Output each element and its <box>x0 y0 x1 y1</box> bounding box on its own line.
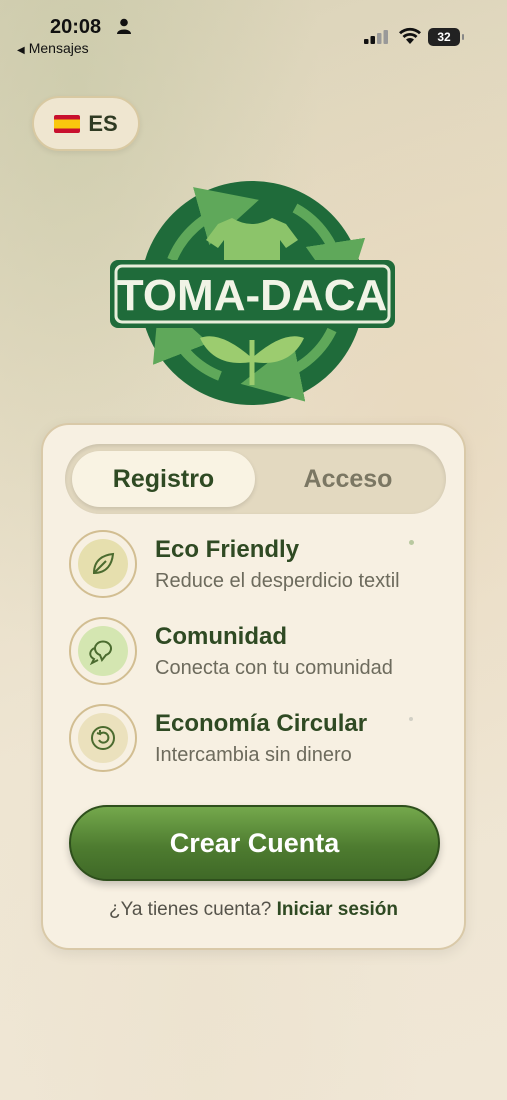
feature-economia-circular: Economía Circular Intercambia sin dinero <box>69 704 449 776</box>
signup-card: Registro Acceso Eco Friendly Reduce el d… <box>41 423 466 950</box>
signin-question: ¿Ya tienes cuenta? <box>108 899 272 920</box>
decorative-dot <box>409 540 414 545</box>
decorative-dot <box>409 717 413 721</box>
wifi-icon <box>399 27 421 44</box>
cellular-signal-icon <box>364 30 388 44</box>
create-account-button[interactable]: Crear Cuenta <box>69 805 440 881</box>
feature-icon-circle <box>69 704 137 772</box>
back-label: Mensajes <box>28 40 89 56</box>
feature-title: Economía Circular <box>155 710 368 737</box>
language-code: ES <box>88 110 118 136</box>
toma-daca-logo: TOMA-DACA <box>110 181 395 405</box>
feature-comunidad: Comunidad Conecta con tu comunidad <box>69 617 449 689</box>
status-bar: 20:08 ◀ Mensajes 32 <box>0 0 507 60</box>
spain-flag-icon <box>54 114 81 133</box>
battery-indicator: 32 <box>428 28 464 46</box>
signin-prompt: ¿Ya tienes cuenta? Iniciar sesión <box>43 899 464 921</box>
back-to-app-link[interactable]: ◀ Mensajes <box>17 40 89 56</box>
feature-title: Eco Friendly <box>155 536 300 563</box>
feature-icon-circle <box>69 617 137 685</box>
status-time: 20:08 <box>50 16 102 38</box>
logo-text: TOMA-DACA <box>117 271 388 320</box>
feature-icon-circle <box>69 530 137 598</box>
tab-registro[interactable]: Registro <box>72 451 255 507</box>
circular-arrow-icon <box>91 726 115 750</box>
feature-title: Comunidad <box>155 623 287 650</box>
back-triangle-icon: ◀ <box>17 45 25 56</box>
auth-tabs: Registro Acceso <box>65 444 446 514</box>
feature-description: Intercambia sin dinero <box>155 744 352 766</box>
feature-description: Reduce el desperdicio textil <box>155 570 400 592</box>
person-icon <box>117 18 131 34</box>
signin-link[interactable]: Iniciar sesión <box>277 899 398 920</box>
feature-eco-friendly: Eco Friendly Reduce el desperdicio texti… <box>69 530 449 602</box>
chat-bubbles-icon <box>89 640 112 666</box>
tab-acceso[interactable]: Acceso <box>257 451 439 507</box>
feature-description: Conecta con tu comunidad <box>155 657 393 679</box>
leaf-icon <box>92 552 115 575</box>
language-selector[interactable]: ES <box>32 96 140 151</box>
